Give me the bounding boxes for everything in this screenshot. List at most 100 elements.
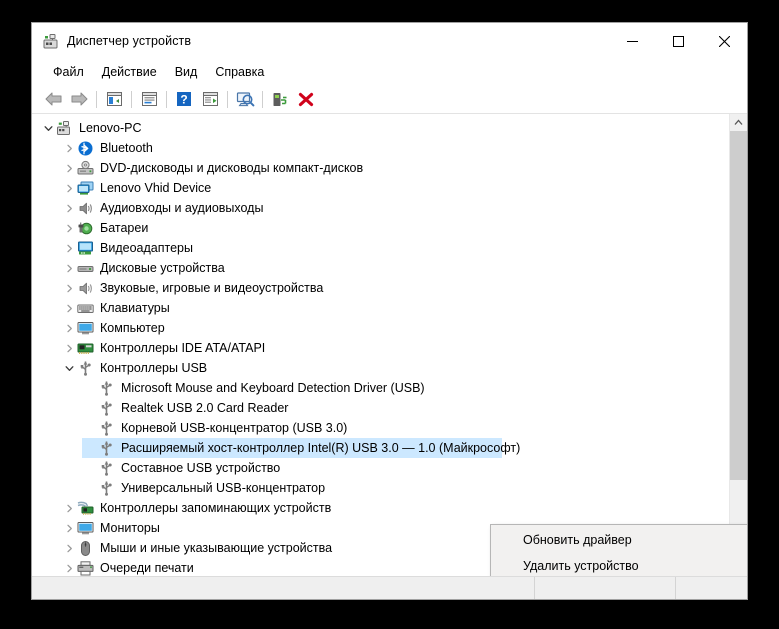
tree-row-label: Microsoft Mouse and Keyboard Detection D… [121, 380, 425, 395]
tree-row[interactable]: Контроллеры IDE ATA/ATAPI [32, 338, 729, 358]
update-driver-icon[interactable] [197, 87, 223, 111]
enable-device-icon[interactable] [267, 87, 293, 111]
tree-expander-collapsed[interactable] [61, 138, 77, 158]
display-adapter-icon [77, 240, 94, 257]
tree-expander-collapsed[interactable] [61, 158, 77, 178]
tree-row[interactable]: Звуковые, игровые и видеоустройства [32, 278, 729, 298]
tree-row-label: Контроллеры IDE ATA/ATAPI [100, 340, 266, 355]
vhid-device-icon [77, 180, 94, 197]
tree-expander-none [82, 478, 98, 498]
back-icon[interactable] [40, 87, 66, 111]
tree-row[interactable]: Realtek USB 2.0 Card Reader [32, 398, 729, 418]
scroll-up-button[interactable] [730, 114, 747, 131]
tree-row[interactable]: Контроллеры USB [32, 358, 729, 378]
device-tree[interactable]: Lenovo-PC Bluetooth DVD-дисководы и дисков… [32, 114, 729, 576]
tree-row[interactable]: Батареи [32, 218, 729, 238]
tree-row[interactable]: Lenovo-PC [32, 118, 729, 138]
tree-row-label: DVD-дисководы и дисководы компакт-дисков [100, 160, 364, 175]
tree-row-label: Мониторы [100, 520, 160, 535]
ctx-update-driver[interactable]: Обновить драйвер [491, 527, 747, 553]
toolbar-separator [131, 90, 132, 108]
tree-row[interactable]: Дисковые устройства [32, 258, 729, 278]
scrollbar-thumb[interactable] [730, 131, 747, 480]
tree-row[interactable]: Корневой USB-концентратор (USB 3.0) [32, 418, 729, 438]
scan-hardware-changes-icon[interactable] [232, 87, 258, 111]
ctx-uninstall-device[interactable]: Удалить устройство [491, 553, 747, 576]
tree-expander-collapsed[interactable] [61, 238, 77, 258]
vertical-scrollbar[interactable] [729, 114, 747, 576]
tree-expander-collapsed[interactable] [61, 298, 77, 318]
tree-row[interactable]: Bluetooth [32, 138, 729, 158]
status-pane-2 [535, 577, 676, 599]
computer-root-icon [56, 120, 73, 137]
tree-row[interactable]: Составное USB устройство [32, 458, 729, 478]
close-button[interactable] [701, 23, 747, 59]
tree-row[interactable]: Контроллеры запоминающих устройств [32, 498, 729, 518]
maximize-button[interactable] [655, 23, 701, 59]
menu-view[interactable]: Вид [166, 63, 207, 81]
title-bar: Диспетчер устройств [32, 23, 747, 59]
context-menu[interactable]: Обновить драйвер Удалить устройство Обно… [490, 524, 747, 576]
usb-icon [98, 480, 115, 497]
tree-row[interactable]: Microsoft Mouse and Keyboard Detection D… [32, 378, 729, 398]
tree-expander-collapsed[interactable] [61, 178, 77, 198]
status-pane-3 [676, 577, 747, 599]
monitor-icon [77, 520, 94, 537]
menu-bar: Файл Действие Вид Справка [32, 59, 747, 85]
tree-row[interactable]: Lenovo Vhid Device [32, 178, 729, 198]
tree-row-label: Контроллеры USB [100, 360, 208, 375]
tree-expander-collapsed[interactable] [61, 278, 77, 298]
tree-expander-collapsed[interactable] [61, 518, 77, 538]
device-manager-window: Диспетчер устройств Файл Действие Вид Сп… [31, 22, 748, 600]
tree-row-label: Корневой USB-концентратор (USB 3.0) [121, 420, 348, 435]
tree-expander-collapsed[interactable] [61, 338, 77, 358]
sound-video-icon [77, 280, 94, 297]
tree-expander-collapsed[interactable] [61, 198, 77, 218]
usb-icon [98, 420, 115, 437]
tree-expander-collapsed[interactable] [61, 558, 77, 576]
menu-action[interactable]: Действие [93, 63, 166, 81]
uninstall-device-icon[interactable] [293, 87, 319, 111]
tree-row[interactable]: Компьютер [32, 318, 729, 338]
scrollbar-track[interactable] [730, 131, 747, 559]
battery-icon [77, 220, 94, 237]
tree-expander-expanded[interactable] [61, 358, 77, 378]
tree-expander-collapsed[interactable] [61, 538, 77, 558]
audio-io-icon [77, 200, 94, 217]
keyboard-icon [77, 300, 94, 317]
tree-row-label: Батареи [100, 220, 149, 235]
tree-expander-collapsed[interactable] [61, 258, 77, 278]
tree-row-label: Bluetooth [100, 140, 153, 155]
tree-row-label: Аудиовходы и аудиовыходы [100, 200, 264, 215]
tree-row-selected[interactable]: Расширяемый хост-контроллер Intel(R) USB… [32, 438, 729, 458]
tree-expander-collapsed[interactable] [61, 218, 77, 238]
window-title: Диспетчер устройств [67, 34, 192, 48]
tree-row-label: Очереди печати [100, 560, 194, 575]
tree-row-label: Клавиатуры [100, 300, 170, 315]
svg-text:?: ? [180, 93, 187, 107]
tree-expander-expanded[interactable] [40, 118, 56, 138]
tree-expander-collapsed[interactable] [61, 318, 77, 338]
tree-expander-collapsed[interactable] [61, 498, 77, 518]
properties-icon[interactable] [136, 87, 162, 111]
tree-row[interactable]: DVD-дисководы и дисководы компакт-дисков [32, 158, 729, 178]
usb-icon [98, 460, 115, 477]
help-icon[interactable]: ? [171, 87, 197, 111]
tree-row[interactable]: Видеоадаптеры [32, 238, 729, 258]
usb-icon [98, 400, 115, 417]
tree-row[interactable]: Клавиатуры [32, 298, 729, 318]
show-hide-console-tree-icon[interactable] [101, 87, 127, 111]
storage-controller-icon [77, 500, 94, 517]
device-manager-icon [42, 33, 59, 50]
minimize-button[interactable] [609, 23, 655, 59]
monitor-icon [77, 320, 94, 337]
tree-row[interactable]: Универсальный USB-концентратор [32, 478, 729, 498]
forward-icon[interactable] [66, 87, 92, 111]
mouse-icon [77, 540, 94, 557]
tree-row-label: Составное USB устройство [121, 460, 281, 475]
menu-help[interactable]: Справка [206, 63, 273, 81]
tree-row-label: Контроллеры запоминающих устройств [100, 500, 332, 515]
menu-file[interactable]: Файл [44, 63, 93, 81]
tree-row[interactable]: Аудиовходы и аудиовыходы [32, 198, 729, 218]
tree-expander-none [82, 418, 98, 438]
